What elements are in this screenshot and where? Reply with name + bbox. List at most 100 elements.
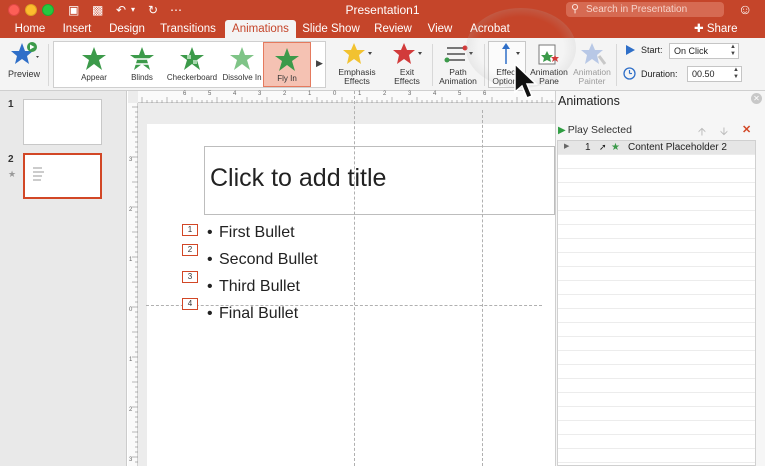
animations-ribbon: Preview Appear Blinds Checkerboard Disso… [0, 38, 765, 91]
bullet-text: First Bullet [219, 224, 295, 241]
ribbon-divider [48, 44, 49, 86]
effect-appear-label: Appear [81, 73, 107, 82]
ruler-number: 4 [433, 91, 437, 97]
animation-list-empty-row [558, 393, 755, 407]
tab-insert[interactable]: Insert [56, 20, 98, 38]
window-maximize-button[interactable] [42, 4, 54, 16]
bullet-item[interactable]: • First Bullet [207, 224, 295, 242]
tab-home[interactable]: Home [10, 20, 50, 38]
title-bar: ▣ ▩ ↶ ▾ ↻ ⋯ Presentation1 ⚲ Search in Pr… [0, 0, 765, 20]
play-selected-button[interactable]: ▶ Play Selected [558, 124, 632, 136]
tab-review[interactable]: Review [370, 20, 416, 38]
window-minimize-button[interactable] [25, 4, 37, 16]
search-input[interactable]: ⚲ Search in Presentation [566, 2, 724, 17]
appear-star-icon [82, 47, 106, 70]
undo-dropdown-icon[interactable]: ▾ [131, 2, 135, 18]
bullet-text: Third Bullet [219, 278, 300, 295]
effect-checkerboard-label: Checkerboard [166, 73, 218, 82]
animation-painter-icon [581, 43, 607, 65]
animation-list-empty-row [558, 295, 755, 309]
effect-blinds[interactable]: Blinds [118, 42, 166, 87]
effect-fly-in[interactable]: Fly In [263, 42, 311, 87]
animation-list-empty-row [558, 197, 755, 211]
animation-list-empty-row [558, 449, 755, 463]
customize-toolbar-icon[interactable]: ⋯ [170, 2, 182, 18]
play-selected-label: Play Selected [567, 124, 632, 136]
tab-view[interactable]: View [422, 20, 458, 38]
redo-icon[interactable]: ↻ [148, 2, 158, 18]
effect-dissolve-in-label: Dissolve In [222, 73, 262, 82]
undo-icon[interactable]: ↶ [116, 2, 126, 18]
title-placeholder[interactable]: Click to add title [204, 146, 555, 215]
animation-order-tag[interactable]: 3 [182, 271, 198, 283]
path-animation-icon [444, 45, 473, 63]
path-animation-button[interactable]: Path Animation [435, 42, 481, 86]
ruler-number: 2 [383, 91, 387, 97]
share-button[interactable]: ✚ Share [694, 20, 738, 38]
slide-number: 2 [8, 154, 14, 165]
bullet-text: Second Bullet [219, 251, 318, 268]
bullet-dot: • [207, 305, 213, 322]
effect-checkerboard[interactable]: Checkerboard [166, 42, 218, 87]
animation-list-item[interactable]: ▶ 1 ➚ ★ Content Placeholder 2 [558, 141, 755, 155]
preview-button[interactable]: Preview [4, 41, 44, 79]
vertical-guide [354, 91, 355, 466]
ruler-number: 1 [129, 257, 133, 263]
bullet-item[interactable]: • Final Bullet [207, 305, 298, 323]
horizontal-ruler-ticks [141, 97, 553, 103]
animation-list: ▶ 1 ➚ ★ Content Placeholder 2 [557, 140, 756, 466]
duration-stepper-icon[interactable]: ▲ ▼ [733, 67, 739, 81]
vertical-ruler: 3 2 1 0 1 2 3 [128, 103, 138, 466]
window-close-button[interactable] [8, 4, 20, 16]
exit-star-icon [393, 43, 422, 64]
delete-animation-icon[interactable]: ✕ [742, 123, 751, 136]
path-animation-label: Path Animation [439, 67, 477, 86]
sidebar-toggle-icon[interactable]: ▣ [68, 2, 79, 18]
animation-order-tag[interactable]: 1 [182, 224, 198, 236]
effect-appear[interactable]: Appear [70, 42, 118, 87]
animation-order-tag[interactable]: 4 [182, 298, 198, 310]
ribbon-tab-bar: Home Insert Design Transitions Animation… [0, 20, 765, 38]
animation-list-empty-row [558, 365, 755, 379]
effect-dissolve-in[interactable]: Dissolve In [216, 42, 268, 87]
ruler-number: 1 [308, 91, 312, 97]
slide-thumbnail-selected[interactable] [23, 153, 102, 199]
expand-triangle-icon[interactable]: ▶ [564, 142, 569, 150]
bullet-item[interactable]: • Third Bullet [207, 278, 300, 296]
tab-slide-show[interactable]: Slide Show [300, 20, 362, 38]
title-placeholder-text: Click to add title [210, 164, 387, 192]
bullet-item[interactable]: • Second Bullet [207, 251, 318, 269]
blinds-star-icon [129, 47, 155, 70]
animation-order: 1 [585, 142, 591, 153]
exit-effects-button[interactable]: Exit Effects [385, 42, 429, 86]
animation-star-icon: ★ [8, 169, 17, 179]
animation-painter-button[interactable]: Animation Painter [570, 42, 614, 86]
animation-list-empty-row [558, 267, 755, 281]
vertical-guide [482, 110, 483, 466]
animation-order-tag[interactable]: 2 [182, 244, 198, 256]
ruler-number: 2 [283, 91, 287, 97]
close-pane-icon[interactable]: ✕ [751, 93, 762, 104]
ribbon-divider [484, 44, 485, 86]
animation-list-empty-row [558, 309, 755, 323]
gallery-more-icon[interactable]: ▶ [316, 58, 323, 69]
save-icon[interactable]: ▩ [92, 2, 103, 18]
search-placeholder: Search in Presentation [586, 4, 688, 15]
animation-list-empty-row [558, 281, 755, 295]
clock-icon [623, 67, 636, 80]
tab-design[interactable]: Design [104, 20, 150, 38]
emphasis-effects-button[interactable]: Emphasis Effects [334, 42, 380, 86]
tab-transitions[interactable]: Transitions [156, 20, 220, 38]
feedback-smiley-icon[interactable]: ☺ [738, 1, 752, 17]
ruler-number: 2 [129, 207, 133, 213]
ruler-number: 3 [408, 91, 412, 97]
start-select[interactable]: On Click ▲ ▼ [669, 43, 739, 59]
ruler-number: 3 [129, 457, 133, 463]
tab-animations[interactable]: Animations [225, 20, 296, 38]
bullet-dot: • [207, 278, 213, 295]
slide-thumbnail[interactable] [23, 99, 102, 145]
tab-acrobat[interactable]: Acrobat [464, 20, 516, 38]
preview-label: Preview [7, 69, 40, 79]
duration-field[interactable]: 00.50 ▲ ▼ [687, 66, 742, 82]
animation-list-empty-row [558, 435, 755, 449]
